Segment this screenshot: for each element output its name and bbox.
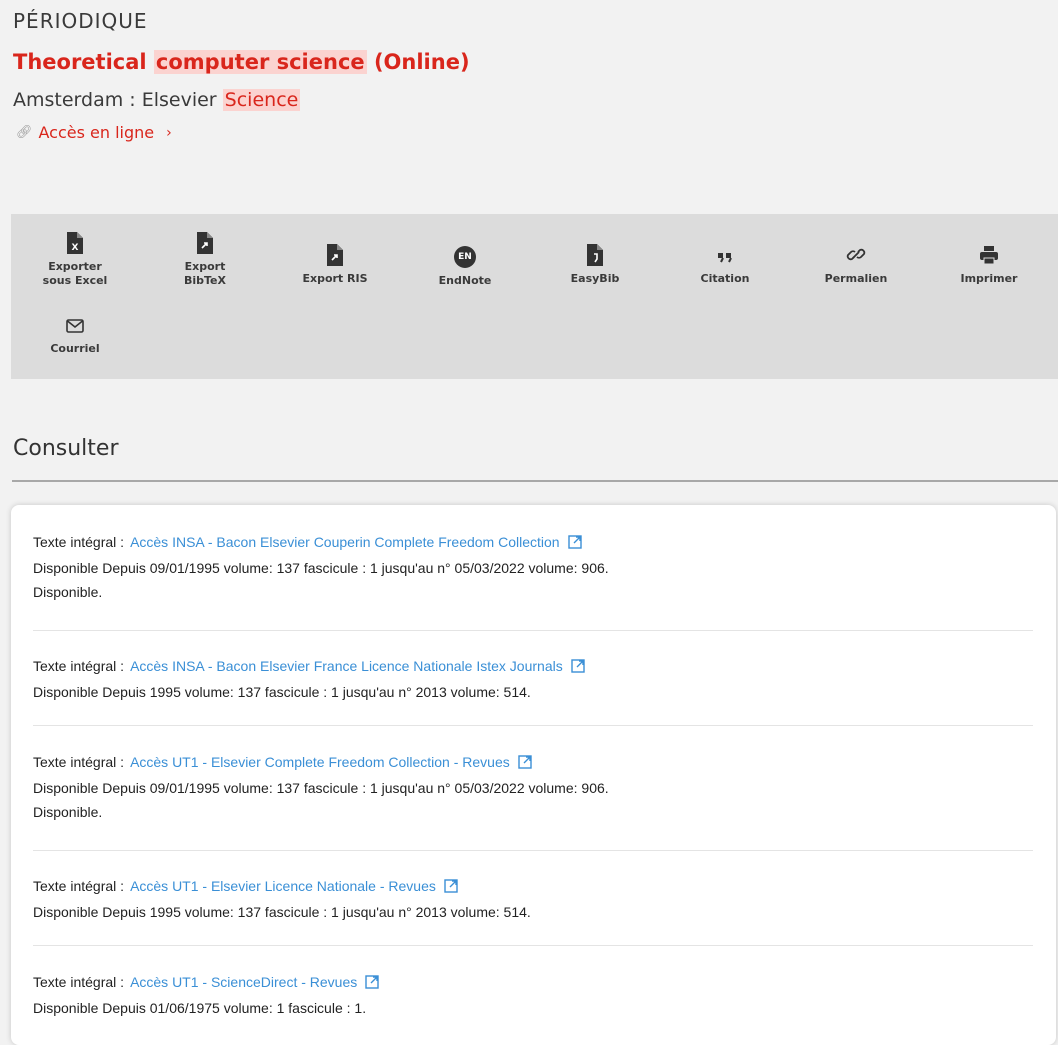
external-link-icon[interactable]: [365, 972, 379, 996]
access-link[interactable]: Accès UT1 - Elsevier Complete Freedom Co…: [130, 754, 510, 770]
svg-text:X: X: [72, 243, 79, 253]
availability-text: Disponible Depuis 01/06/1975 volume: 1 f…: [33, 1000, 367, 1016]
publisher-text: Amsterdam : Elsevier: [13, 89, 217, 111]
link-icon: [811, 244, 901, 270]
access-link[interactable]: Accès INSA - Bacon Elsevier France Licen…: [130, 658, 563, 674]
access-link[interactable]: Accès INSA - Bacon Elsevier Couperin Com…: [130, 534, 560, 550]
printer-icon: [944, 244, 1034, 270]
email-label: Courriel: [50, 342, 100, 355]
online-access-link[interactable]: 🔗︎ Accès en ligne ›: [16, 123, 172, 142]
online-access-label: Accès en ligne: [38, 123, 155, 142]
record-header: PÉRIODIQUE Theoretical computer science …: [0, 0, 1058, 214]
external-link-icon[interactable]: [518, 752, 532, 776]
chevron-right-icon: ›: [166, 124, 172, 141]
fulltext-label: Texte intégral :: [33, 974, 125, 990]
export-toolbar: X Exporter sous Excel Export BibTeX Expo…: [11, 214, 1058, 379]
access-link[interactable]: Accès UT1 - ScienceDirect - Revues: [130, 974, 357, 990]
bibtex-label-1: Export: [184, 260, 226, 273]
divider: [33, 945, 1033, 946]
title-text: Theoretical: [13, 50, 147, 74]
excel-file-icon: X: [30, 232, 120, 258]
publisher-highlight: Science: [222, 89, 301, 111]
title-highlight: computer science: [153, 50, 367, 74]
citation-button[interactable]: Citation: [680, 244, 770, 286]
external-link-icon[interactable]: [567, 532, 582, 556]
permalink-label: Permalien: [824, 272, 888, 285]
consult-heading: Consulter: [13, 436, 119, 461]
export-ris-button[interactable]: Export RIS: [290, 244, 380, 286]
bibtex-label-2: BibTeX: [183, 274, 226, 287]
availability-status: Disponible.: [33, 584, 103, 600]
easybib-file-icon: [550, 244, 640, 270]
export-bibtex-button[interactable]: Export BibTeX: [160, 232, 250, 288]
holding-item: Texte intégral : Accès UT1 - ScienceDirec…: [33, 970, 1033, 1020]
citation-label: Citation: [700, 272, 750, 285]
holding-item: Texte intégral : Accès INSA - Bacon Elsev…: [33, 654, 1033, 704]
publisher: Amsterdam : Elsevier Science: [13, 89, 301, 111]
endnote-icon: EN: [420, 246, 510, 272]
permalink-button[interactable]: Permalien: [811, 244, 901, 286]
holding-item: Texte intégral : Accès INSA - Bacon Elsev…: [33, 530, 1033, 604]
export-excel-button[interactable]: X Exporter sous Excel: [30, 232, 120, 288]
easybib-button[interactable]: EasyBib: [550, 244, 640, 286]
record-title: Theoretical computer science (Online): [13, 50, 470, 74]
fulltext-label: Texte intégral :: [33, 658, 125, 674]
holdings-card: Texte intégral : Accès INSA - Bacon Elsev…: [11, 505, 1056, 1045]
endnote-button[interactable]: EN EndNote: [420, 244, 510, 288]
divider: [33, 630, 1033, 631]
excel-label-1: Exporter: [48, 260, 102, 273]
print-label: Imprimer: [960, 272, 1018, 285]
envelope-icon: [30, 314, 120, 340]
access-link[interactable]: Accès UT1 - Elsevier Licence Nationale -…: [130, 878, 436, 894]
fulltext-label: Texte intégral :: [33, 534, 125, 550]
ris-file-icon: [290, 244, 380, 270]
print-button[interactable]: Imprimer: [944, 244, 1034, 286]
fulltext-label: Texte intégral :: [33, 754, 125, 770]
title-suffix: (Online): [373, 50, 470, 74]
holding-item: Texte intégral : Accès UT1 - Elsevier Com…: [33, 750, 1033, 824]
easybib-label: EasyBib: [570, 272, 620, 285]
link-icon: 🔗︎: [16, 125, 33, 140]
ris-label: Export RIS: [302, 272, 368, 285]
availability-text: Disponible Depuis 09/01/1995 volume: 137…: [33, 560, 609, 576]
excel-label-2: sous Excel: [42, 274, 108, 287]
external-link-icon[interactable]: [571, 656, 585, 680]
email-button[interactable]: Courriel: [30, 314, 120, 356]
divider: [33, 725, 1033, 726]
divider: [12, 480, 1058, 482]
bibtex-file-icon: [160, 232, 250, 258]
availability-text: Disponible Depuis 1995 volume: 137 fasci…: [33, 904, 531, 920]
document-type: PÉRIODIQUE: [13, 9, 148, 33]
availability-text: Disponible Depuis 1995 volume: 137 fasci…: [33, 684, 531, 700]
fulltext-label: Texte intégral :: [33, 878, 125, 894]
availability-text: Disponible Depuis 09/01/1995 volume: 137…: [33, 780, 609, 796]
availability-status: Disponible.: [33, 804, 103, 820]
endnote-label: EndNote: [438, 274, 492, 287]
external-link-icon[interactable]: [444, 876, 458, 900]
divider: [33, 850, 1033, 851]
holding-item: Texte intégral : Accès UT1 - Elsevier Lic…: [33, 874, 1033, 924]
endnote-badge: EN: [454, 246, 476, 268]
quote-icon: [680, 244, 770, 270]
